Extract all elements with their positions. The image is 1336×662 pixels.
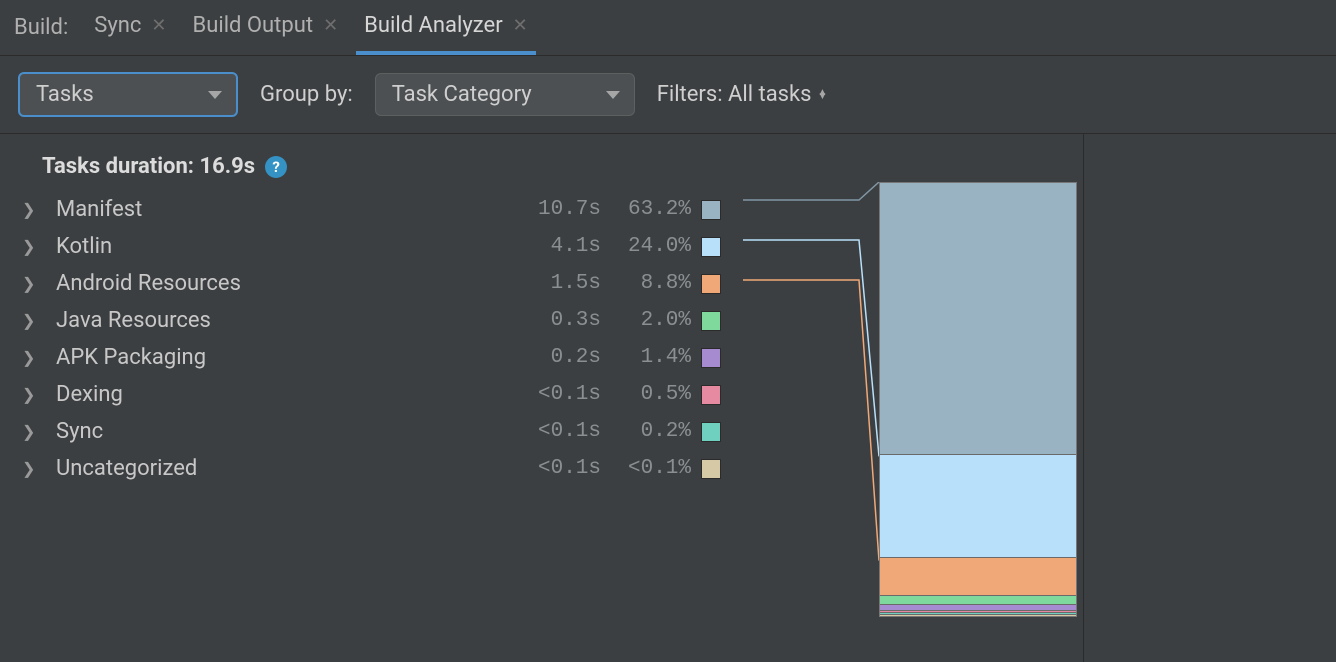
color-swatch (701, 200, 721, 220)
tab-label: Build Output (193, 13, 314, 38)
chevron-right-icon[interactable]: ❯ (22, 459, 46, 478)
task-name: Dexing (56, 382, 501, 407)
tab-label: Build Analyzer (364, 13, 503, 38)
help-icon[interactable]: ? (265, 156, 287, 178)
task-time: <0.1s (511, 383, 601, 406)
task-time: 0.2s (511, 346, 601, 369)
close-icon[interactable]: ✕ (323, 15, 338, 36)
dropdown-value: Tasks (36, 82, 94, 107)
task-name: Java Resources (56, 308, 501, 333)
task-percent: 0.2% (611, 420, 691, 443)
task-percent: 0.5% (611, 383, 691, 406)
color-swatch (701, 274, 721, 294)
stacked-bar-chart (879, 182, 1077, 617)
chevron-right-icon[interactable]: ❯ (22, 274, 46, 293)
tab-build-output[interactable]: Build Output ✕ (185, 0, 347, 55)
chart-segment[interactable] (880, 595, 1076, 604)
chart-segment[interactable] (880, 454, 1076, 557)
task-time: 1.5s (511, 272, 601, 295)
color-swatch (701, 237, 721, 257)
task-percent: 63.2% (611, 198, 691, 221)
connector-line (743, 280, 879, 561)
chevron-right-icon[interactable]: ❯ (22, 385, 46, 404)
task-percent: 24.0% (611, 235, 691, 258)
build-tabstrip: Build: Sync ✕ Build Output ✕ Build Analy… (0, 0, 1336, 56)
chevron-right-icon[interactable]: ❯ (22, 237, 46, 256)
build-label: Build: (14, 15, 68, 40)
task-time: <0.1s (511, 457, 601, 480)
tab-build-analyzer[interactable]: Build Analyzer ✕ (356, 0, 536, 55)
connector-line (743, 182, 879, 200)
close-icon[interactable]: ✕ (151, 15, 166, 36)
groupby-label: Group by: (260, 82, 353, 107)
chart-segment[interactable] (880, 614, 1076, 616)
dropdown-value: Task Category (392, 82, 532, 107)
task-name: Android Resources (56, 271, 501, 296)
chevron-right-icon[interactable]: ❯ (22, 348, 46, 367)
task-time: 10.7s (511, 198, 601, 221)
task-percent: 1.4% (611, 346, 691, 369)
task-time: 0.3s (511, 309, 601, 332)
color-swatch (701, 422, 721, 442)
tab-label: Sync (94, 13, 141, 38)
task-time: 4.1s (511, 235, 601, 258)
task-percent: 2.0% (611, 309, 691, 332)
task-percent: 8.8% (611, 272, 691, 295)
chevron-right-icon[interactable]: ❯ (22, 311, 46, 330)
filter-bar: Tasks Group by: Task Category Filters: A… (0, 56, 1336, 134)
chart-segment[interactable] (880, 557, 1076, 595)
task-name: Sync (56, 419, 501, 444)
chevron-down-icon (208, 91, 222, 99)
chevron-right-icon[interactable]: ❯ (22, 422, 46, 441)
chart-area (743, 182, 1083, 622)
tab-sync[interactable]: Sync ✕ (86, 0, 174, 55)
filters-label: Filters: All tasks (657, 82, 812, 107)
details-panel (1084, 134, 1336, 662)
task-name: Kotlin (56, 234, 501, 259)
close-icon[interactable]: ✕ (513, 15, 528, 36)
groupby-dropdown[interactable]: Task Category (375, 73, 635, 116)
filters-dropdown[interactable]: Filters: All tasks ▲▼ (657, 82, 828, 107)
task-time: <0.1s (511, 420, 601, 443)
tasks-duration-label: Tasks duration: 16.9s (42, 154, 255, 179)
task-percent: <0.1% (611, 457, 691, 480)
task-name: Uncategorized (56, 456, 501, 481)
color-swatch (701, 348, 721, 368)
connector-line (743, 240, 879, 456)
chevron-down-icon (606, 91, 620, 99)
task-name: Manifest (56, 197, 501, 222)
duration-prefix: Tasks duration: (42, 154, 199, 179)
color-swatch (701, 311, 721, 331)
task-name: APK Packaging (56, 345, 501, 370)
sort-icon: ▲▼ (818, 91, 828, 99)
chevron-right-icon[interactable]: ❯ (22, 200, 46, 219)
duration-value: 16.9s (199, 154, 255, 179)
view-dropdown[interactable]: Tasks (18, 72, 238, 117)
color-swatch (701, 385, 721, 405)
color-swatch (701, 459, 721, 479)
chart-segment[interactable] (880, 183, 1076, 454)
main-panel: Tasks duration: 16.9s ? ❯ Manifest 10.7s 63… (0, 134, 1336, 662)
tasks-panel: Tasks duration: 16.9s ? ❯ Manifest 10.7s 63… (0, 134, 1084, 662)
